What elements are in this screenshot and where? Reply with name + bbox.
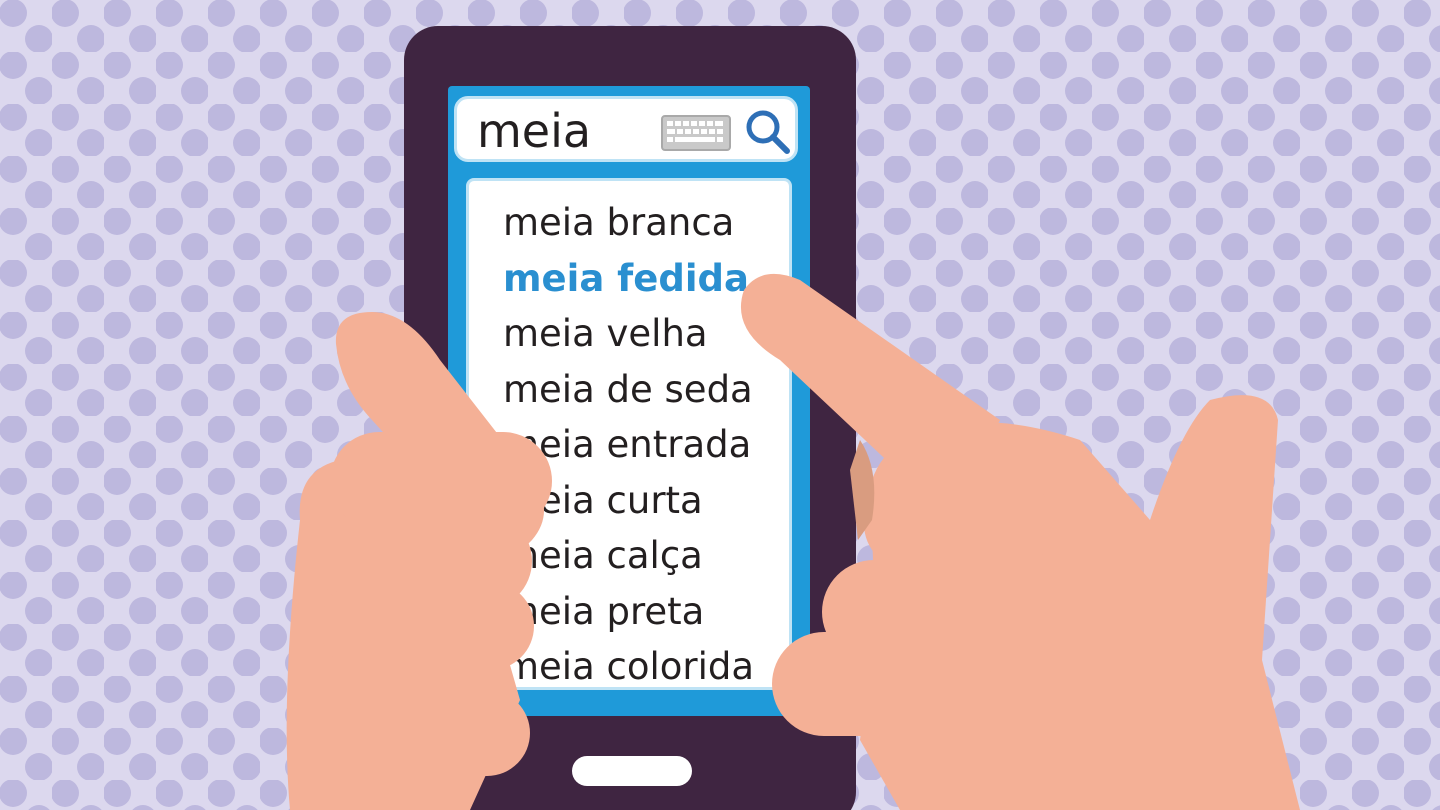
hands-illustration: [286, 273, 1300, 810]
left-finger-3: [320, 582, 534, 670]
right-hand: [740, 273, 1300, 810]
left-hand: [286, 312, 552, 810]
right-finger-3: [772, 632, 992, 736]
right-finger-1: [864, 478, 1054, 570]
left-finger-4: [340, 690, 530, 776]
